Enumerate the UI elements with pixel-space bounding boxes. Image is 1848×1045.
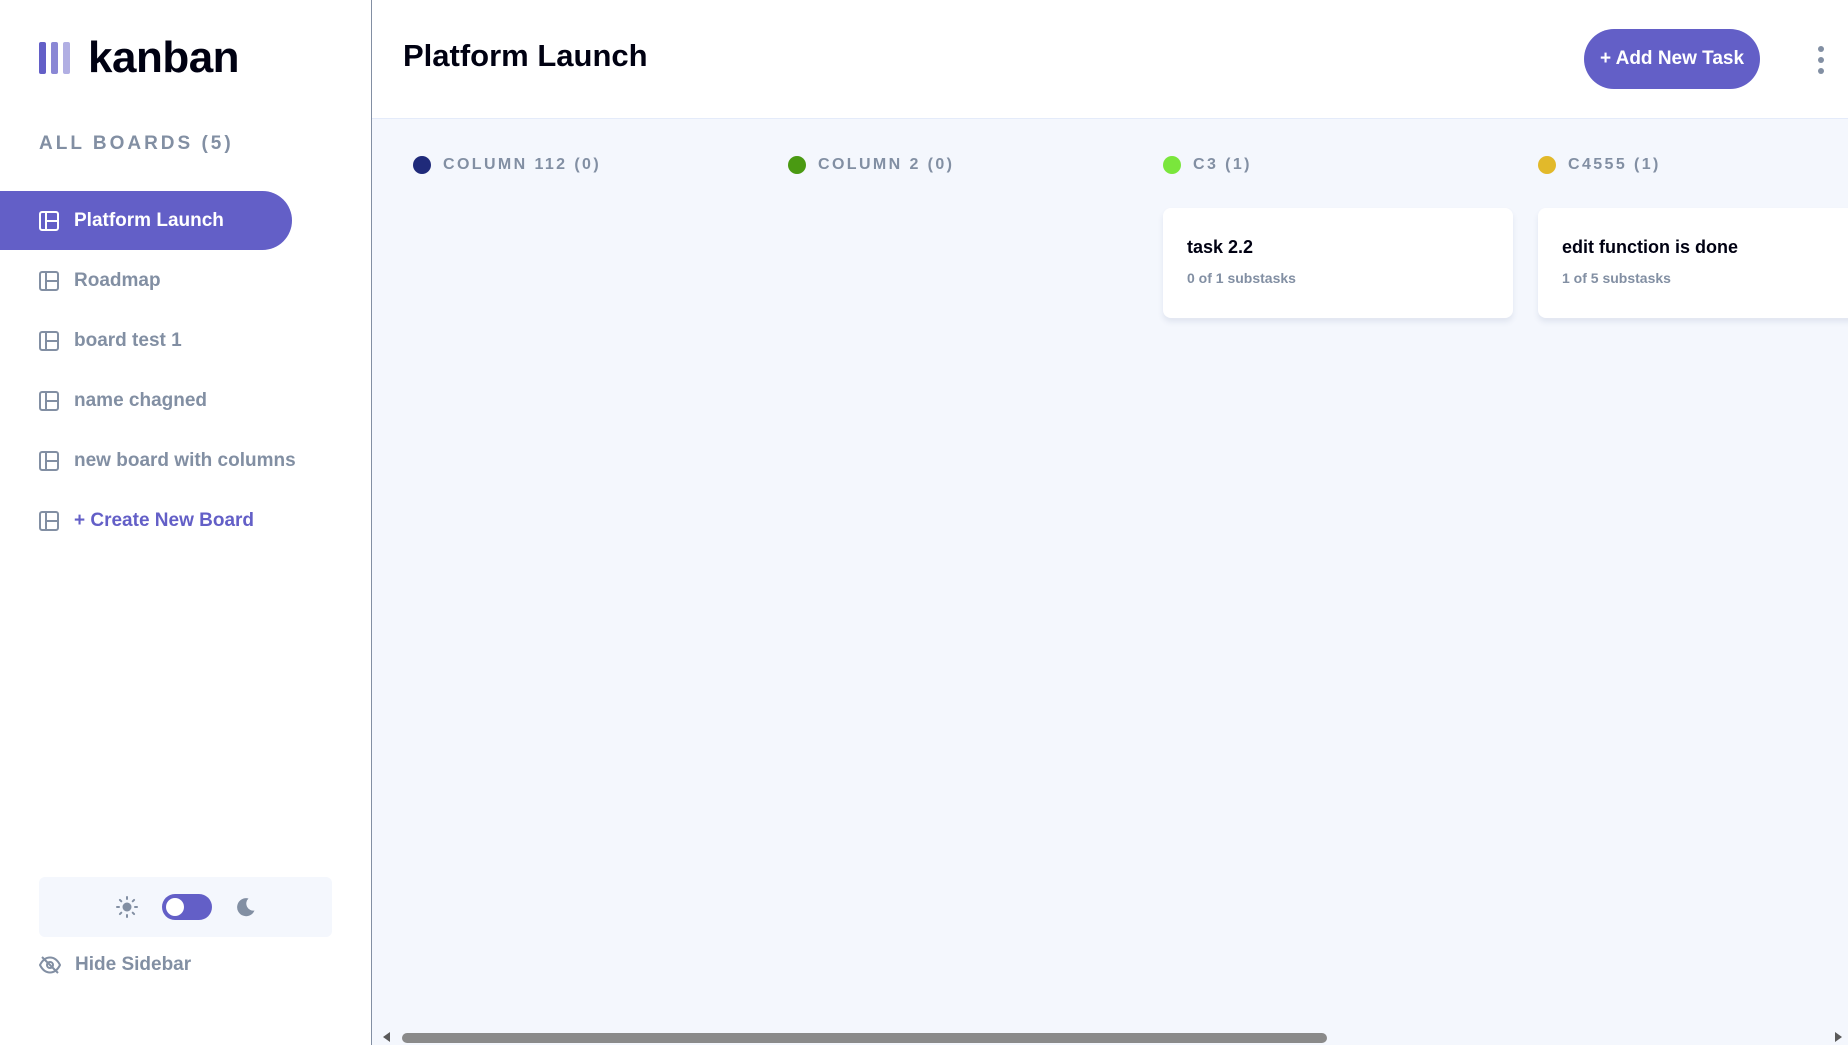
column-color-dot <box>788 156 806 174</box>
column-title: COLUMN 112 (0) <box>443 156 602 173</box>
moon-icon <box>236 898 254 917</box>
board-icon <box>39 390 59 411</box>
column-header: COLUMN 2 (0) <box>788 154 1138 176</box>
column-title: C4555 (1) <box>1568 156 1661 173</box>
task-title: task 2.2 <box>1187 237 1254 257</box>
task-subtasks: 1 of 5 substasks <box>1562 270 1671 286</box>
page-title: Platform Launch <box>403 38 648 73</box>
board-icon <box>39 270 59 291</box>
column-color-dot <box>413 156 431 174</box>
logo-text: kanban <box>88 33 240 82</box>
more-options-icon[interactable] <box>1811 46 1831 74</box>
scroll-left-arrow-icon[interactable] <box>383 1032 390 1042</box>
sidebar-item-platform-launch[interactable]: Platform Launch <box>0 191 292 250</box>
theme-toggle[interactable] <box>161 894 212 920</box>
scroll-right-arrow-icon[interactable] <box>1835 1032 1842 1042</box>
task-title: edit function is done <box>1562 237 1738 257</box>
board-column: C3 (1) task 2.2 0 of 1 substasks <box>1163 154 1513 318</box>
sidebar-item-name-chagned[interactable]: name chagned <box>0 371 292 430</box>
board-column: C4555 (1) edit function is done 1 of 5 s… <box>1538 154 1848 318</box>
column-title: C3 (1) <box>1193 156 1252 173</box>
logo-icon <box>39 42 70 74</box>
column-header: C3 (1) <box>1163 154 1513 176</box>
task-card[interactable]: task 2.2 0 of 1 substasks <box>1163 208 1513 318</box>
board-list: Platform Launch Roadmap board test 1 nam… <box>0 191 372 551</box>
sidebar-item-new-board-with-columns[interactable]: new board with columns <box>0 431 296 490</box>
board-column: COLUMN 112 (0) <box>413 154 763 176</box>
column-header: COLUMN 112 (0) <box>413 154 763 176</box>
eye-slash-icon <box>39 956 61 974</box>
create-new-board-label: + Create New Board <box>74 509 255 531</box>
sidebar-item-label: board test 1 <box>74 329 182 351</box>
hide-sidebar-label: Hide Sidebar <box>75 954 192 975</box>
all-boards-heading: ALL BOARDS (5) <box>39 133 234 154</box>
column-title: COLUMN 2 (0) <box>818 156 955 173</box>
board-column: COLUMN 2 (0) <box>788 154 1138 176</box>
sidebar-item-label: Platform Launch <box>74 209 224 231</box>
add-new-task-button[interactable]: + Add New Task <box>1584 29 1760 89</box>
column-color-dot <box>1163 156 1181 174</box>
scrollbar-thumb[interactable] <box>402 1033 1327 1043</box>
board-icon <box>39 330 59 351</box>
sidebar-item-roadmap[interactable]: Roadmap <box>0 251 292 310</box>
toggle-knob <box>165 898 184 916</box>
sidebar-item-board-test-1[interactable]: board test 1 <box>0 311 292 370</box>
task-card[interactable]: edit function is done 1 of 5 substasks <box>1538 208 1848 318</box>
sidebar-item-label: Roadmap <box>74 269 161 291</box>
sidebar-item-label: name chagned <box>74 389 208 411</box>
board-icon <box>39 450 59 471</box>
column-color-dot <box>1538 156 1556 174</box>
kanban-app: kanban ALL BOARDS (5) Platform Launch Ro… <box>0 0 1848 1045</box>
board-icon <box>39 210 59 231</box>
board: COLUMN 112 (0) COLUMN 2 (0) C3 (1) task … <box>372 119 1848 1045</box>
task-subtasks: 0 of 1 substasks <box>1187 270 1296 286</box>
theme-switcher <box>39 877 332 937</box>
sun-icon <box>115 896 138 918</box>
create-new-board-button[interactable]: + Create New Board <box>0 491 292 550</box>
sidebar: kanban ALL BOARDS (5) Platform Launch Ro… <box>0 0 372 1045</box>
board-icon <box>39 510 59 531</box>
sidebar-item-label: new board with columns <box>74 449 296 471</box>
logo: kanban <box>39 33 240 82</box>
column-header: C4555 (1) <box>1538 154 1848 176</box>
horizontal-scrollbar[interactable] <box>372 1028 1848 1045</box>
header: Platform Launch + Add New Task <box>372 0 1848 119</box>
hide-sidebar-button[interactable]: Hide Sidebar <box>39 954 191 976</box>
